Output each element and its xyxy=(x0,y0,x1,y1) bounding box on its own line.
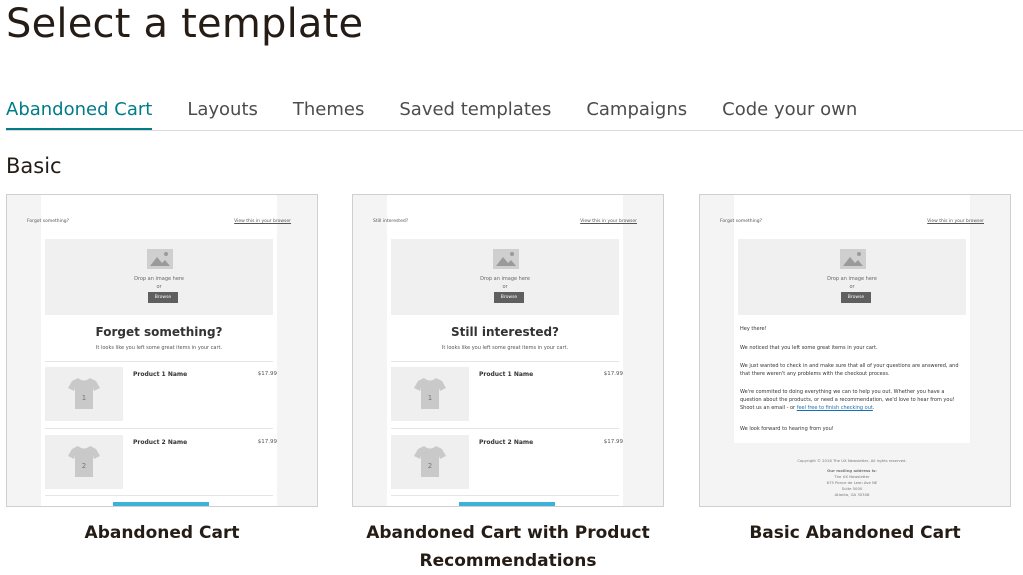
product-image: 2 xyxy=(45,435,123,489)
shirt-icon: 2 xyxy=(414,446,446,477)
cta-button xyxy=(113,502,209,506)
tab-themes[interactable]: Themes xyxy=(293,96,364,129)
preheader-text: Forgot something? xyxy=(27,219,69,224)
page-title: Select a template xyxy=(6,1,364,47)
footer-copyright: Copyright © 2018 The UX Newsletter, All … xyxy=(797,458,907,463)
image-placeholder: Drop an image here or Browse xyxy=(391,239,619,315)
image-icon xyxy=(147,249,173,269)
tab-abandoned-cart[interactable]: Abandoned Cart xyxy=(6,96,153,130)
product-image: 1 xyxy=(391,367,469,421)
email-footer: Copyright © 2018 The UX Newsletter, All … xyxy=(700,443,1004,506)
view-in-browser-link: View this in your browser xyxy=(234,219,291,224)
image-icon xyxy=(840,249,866,269)
preheader-text: Still interested? xyxy=(373,219,409,224)
product-badge: 2 xyxy=(82,462,86,470)
product-price: $17.99 xyxy=(257,371,277,377)
or-text: or xyxy=(156,284,162,290)
shirt-icon: 1 xyxy=(68,378,100,409)
email-preview: Forgot something? View this in your brow… xyxy=(27,195,291,506)
email-heading: Forget something? xyxy=(95,325,223,339)
email-preview: Still interested? View this in your brow… xyxy=(373,195,637,506)
email-paragraph-end: . xyxy=(872,405,875,411)
image-placeholder: Drop an image here or Browse xyxy=(738,239,966,315)
product-image: 1 xyxy=(45,367,123,421)
preheader: Still interested? View this in your brow… xyxy=(373,219,637,224)
finish-checkout-link: feel free to finish checking out xyxy=(796,405,873,411)
divider xyxy=(45,428,273,429)
or-text: or xyxy=(849,284,855,290)
product-price: $17.99 xyxy=(257,439,277,445)
drop-image-text: Drop an image here xyxy=(134,276,184,282)
product-price: $17.99 xyxy=(603,439,623,445)
product-name: Product 1 Name xyxy=(479,371,534,378)
template-card-abandoned-cart[interactable]: Forgot something? View this in your brow… xyxy=(6,194,318,547)
tab-layouts[interactable]: Layouts xyxy=(187,96,258,129)
divider xyxy=(391,361,619,362)
product-name: Product 2 Name xyxy=(479,439,534,446)
footer-address-line: Atlanta, GA 30308 xyxy=(834,492,870,497)
product-badge: 2 xyxy=(428,462,432,470)
email-paragraph: We noticed that you left some great item… xyxy=(740,345,878,351)
cta-button xyxy=(459,502,555,506)
shirt-icon: 2 xyxy=(68,446,100,477)
email-greeting: Hey there! xyxy=(740,326,767,332)
product-badge: 1 xyxy=(82,394,86,402)
template-card-basic-abandoned-cart[interactable]: Forgot something? View this in your brow… xyxy=(699,194,1011,547)
template-thumbnail[interactable]: Forgot something? View this in your brow… xyxy=(6,194,318,507)
section-heading: Basic xyxy=(6,154,62,178)
preheader-text: Forgot something? xyxy=(720,219,762,224)
product-name: Product 1 Name xyxy=(133,371,188,378)
shirt-icon: 1 xyxy=(414,378,446,409)
product-badge: 1 xyxy=(428,394,432,402)
image-icon xyxy=(493,249,519,269)
template-card-title[interactable]: Basic Abandoned Cart xyxy=(699,519,1011,547)
email-paragraph: We look forward to hearing from you! xyxy=(740,426,834,432)
or-text: or xyxy=(502,284,508,290)
product-name: Product 2 Name xyxy=(133,439,188,446)
email-heading: Still interested? xyxy=(450,325,560,339)
tab-code-your-own[interactable]: Code your own xyxy=(722,96,857,129)
drop-image-text: Drop an image here xyxy=(480,276,530,282)
email-subtext: It looks like you left some great items … xyxy=(441,345,569,351)
product-image: 2 xyxy=(391,435,469,489)
preheader: Forgot something? View this in your brow… xyxy=(720,219,984,224)
tab-campaigns[interactable]: Campaigns xyxy=(586,96,687,129)
image-placeholder: Drop an image here or Browse xyxy=(45,239,273,315)
browse-button: Browse xyxy=(148,292,178,303)
view-in-browser-link: View this in your browser xyxy=(580,219,637,224)
email-paragraph: We just wanted to check in and make sure… xyxy=(740,363,959,377)
product-price: $17.99 xyxy=(603,371,623,377)
template-tabs: Abandoned Cart Layouts Themes Saved temp… xyxy=(6,96,1023,131)
template-card-abandoned-cart-recommendations[interactable]: Still interested? View this in your brow… xyxy=(352,194,664,575)
email-subtext: It looks like you left some great items … xyxy=(95,345,223,351)
template-thumbnail[interactable]: Still interested? View this in your brow… xyxy=(352,194,664,507)
drop-image-text: Drop an image here xyxy=(827,276,877,282)
divider xyxy=(45,361,273,362)
view-in-browser-link: View this in your browser xyxy=(927,219,984,224)
preheader: Forgot something? View this in your brow… xyxy=(27,219,291,224)
template-thumbnail[interactable]: Forgot something? View this in your brow… xyxy=(699,194,1011,507)
template-card-title[interactable]: Abandoned Cart xyxy=(6,519,318,547)
template-card-title[interactable]: Abandoned Cart with Product Recommendati… xyxy=(352,519,664,575)
divider xyxy=(391,495,619,496)
browse-button: Browse xyxy=(494,292,524,303)
email-preview: Forgot something? View this in your brow… xyxy=(700,195,1004,506)
email-paragraph: We're commited to doing everything we ca… xyxy=(740,388,964,412)
tab-saved-templates[interactable]: Saved templates xyxy=(399,96,551,129)
divider xyxy=(391,428,619,429)
divider xyxy=(45,495,273,496)
browse-button: Browse xyxy=(841,292,871,303)
